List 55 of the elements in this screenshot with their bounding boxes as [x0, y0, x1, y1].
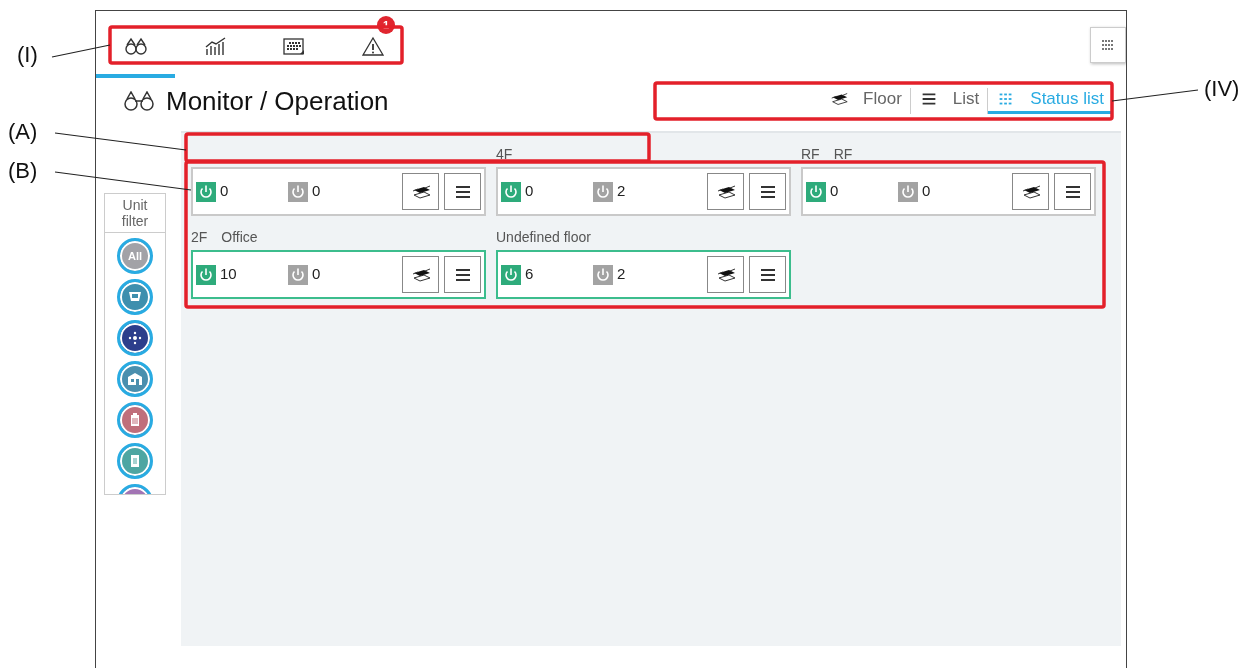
- list-view-button[interactable]: [1054, 173, 1091, 210]
- filter-title: Unit filter: [105, 194, 165, 234]
- callout-label: (I): [17, 44, 38, 66]
- leader-line: [51, 44, 111, 58]
- list-view-button[interactable]: [444, 173, 481, 210]
- list-view-button[interactable]: [749, 256, 786, 293]
- list-view-button[interactable]: [444, 256, 481, 293]
- list-view-button[interactable]: [749, 173, 786, 210]
- power-icon: [898, 181, 918, 202]
- power-icon: [501, 181, 521, 202]
- floor-label: 4F: [496, 144, 513, 164]
- bar-chart-icon: [203, 35, 226, 57]
- view-tab[interactable]: Status list: [988, 87, 1112, 114]
- floor-view-button[interactable]: [402, 256, 439, 293]
- view-tab[interactable]: Floor: [821, 87, 910, 114]
- on-count: 0: [525, 181, 535, 202]
- area-label: RF: [833, 144, 853, 164]
- power-icon: [288, 264, 308, 285]
- callout-label: (IV): [1204, 78, 1240, 100]
- power-icon: [806, 181, 826, 202]
- floor-view-button[interactable]: [1012, 173, 1049, 210]
- on-count: 0: [220, 181, 230, 202]
- on-count: 6: [525, 264, 535, 285]
- floor-view-button[interactable]: [707, 256, 744, 293]
- off-count: 0: [312, 264, 322, 285]
- off-count: 0: [312, 181, 322, 202]
- callout-label: (A): [8, 121, 38, 143]
- off-count: 2: [617, 264, 627, 285]
- page-title: Monitor / Operation: [166, 87, 389, 114]
- binoculars-icon: [124, 35, 147, 57]
- menu-button[interactable]: [1090, 27, 1126, 63]
- area-label: Office: [221, 227, 258, 247]
- binoculars-icon: [124, 90, 154, 111]
- floor-label: RF: [801, 144, 820, 164]
- power-icon: [501, 264, 521, 285]
- filter-button[interactable]: [117, 320, 153, 357]
- callout-label: (B): [8, 160, 38, 182]
- floor-view-button[interactable]: [707, 173, 744, 210]
- off-count: 0: [922, 181, 932, 202]
- filter-button[interactable]: All: [117, 238, 153, 275]
- power-icon: [196, 264, 216, 285]
- calendar-grid-icon: [282, 35, 305, 57]
- power-icon: [196, 181, 216, 202]
- power-icon: [593, 181, 613, 202]
- on-count: 10: [220, 264, 238, 285]
- menu-icon: [1102, 40, 1114, 50]
- view-tab[interactable]: List: [910, 87, 988, 114]
- off-count: 2: [617, 181, 627, 202]
- on-count: 0: [830, 181, 840, 202]
- floor-label: Undefined floor: [496, 227, 591, 247]
- power-icon: [593, 264, 613, 285]
- power-icon: [288, 181, 308, 202]
- floor-view-button[interactable]: [402, 173, 439, 210]
- floor-label: 2F: [191, 227, 208, 247]
- warning-icon: [361, 35, 384, 57]
